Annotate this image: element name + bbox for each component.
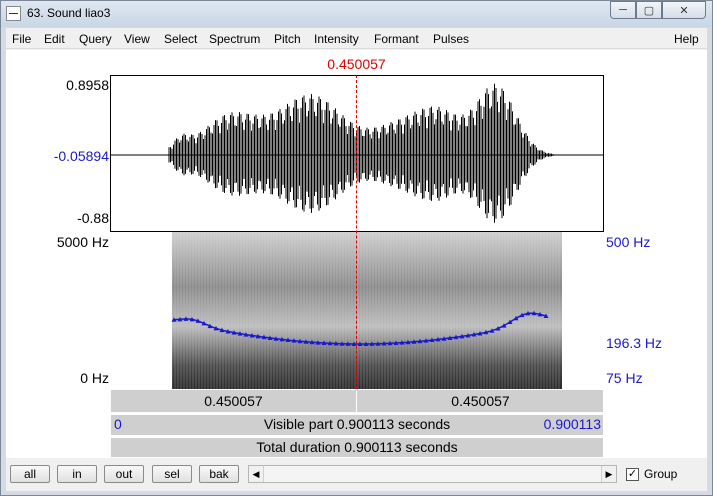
pitch-value-label: 196.3 Hz [606,335,663,351]
bottom-toolbar: all in out sel bak ◀ ▶ ✓ Group [6,460,707,491]
maximize-button[interactable]: ▢ [636,1,662,19]
all-button[interactable]: all [10,465,50,483]
selection-bar[interactable]: 0.450057 0.450057 [110,389,604,413]
window-title: 63. Sound liao3 [27,6,111,20]
selection-left-segment[interactable]: 0.450057 [111,390,357,412]
total-duration-bar[interactable]: Total duration 0.900113 seconds [110,437,604,458]
menu-view[interactable]: View [124,32,150,46]
cursor-time-label: 0.450057 [327,56,386,72]
menu-formant[interactable]: Formant [374,32,419,46]
pitch-bottom-label: 75 Hz [606,370,643,386]
menu-help[interactable]: Help [674,32,699,46]
scroll-left-arrow-icon[interactable]: ◀ [249,466,264,482]
title-bar[interactable]: 63. Sound liao3 ─ ▢ ✕ [1,1,712,27]
visible-part-text: Visible part 0.900113 seconds [263,416,451,432]
menu-edit[interactable]: Edit [44,32,65,46]
menu-file[interactable]: File [12,32,31,46]
menu-spectrum[interactable]: Spectrum [209,32,260,46]
close-button[interactable]: ✕ [662,1,706,19]
waveform-signal [168,83,560,223]
app-icon [6,6,21,21]
waveform-max-label: 0.8958 [66,77,109,93]
waveform-plot [111,83,603,223]
group-toggle[interactable]: ✓ Group [626,467,677,481]
selection-left-value: 0.450057 [204,393,263,409]
total-duration-text: Total duration 0.900113 seconds [256,439,458,455]
zoom-in-button[interactable]: in [57,465,97,483]
zoom-out-button[interactable]: out [104,465,144,483]
menu-pitch[interactable]: Pitch [274,32,301,46]
sound-editor-area[interactable]: 0.450057 0.8958 -0.05894 -0.88 5000 Hz 0… [6,50,707,458]
selection-right-value: 0.450057 [451,393,510,409]
window-controls: ─ ▢ ✕ [610,1,706,20]
spectrogram-panel[interactable] [110,232,604,389]
waveform-cursor-value-label: -0.05894 [53,148,109,164]
scroll-right-arrow-icon[interactable]: ▶ [601,466,616,482]
cursor-line [356,75,357,389]
horizontal-scrollbar[interactable]: ◀ ▶ [248,465,617,483]
menu-pulses[interactable]: Pulses [433,32,469,46]
spectrogram-top-freq-label: 5000 Hz [56,234,109,250]
waveform-panel[interactable] [110,75,604,232]
spectrogram-plot [171,232,562,389]
selection-right-segment[interactable]: 0.450057 [358,390,603,412]
zoom-back-button[interactable]: bak [199,465,239,483]
client-area: File Edit Query View Select Spectrum Pit… [6,28,707,491]
visible-end-value: 0.900113 [543,416,601,432]
menu-intensity[interactable]: Intensity [314,32,359,46]
waveform-min-label: -0.88 [77,210,109,226]
group-checkbox[interactable]: ✓ [626,467,639,481]
menu-select[interactable]: Select [164,32,197,46]
menu-query[interactable]: Query [79,32,112,46]
menu-bar: File Edit Query View Select Spectrum Pit… [6,28,707,49]
zoom-selection-button[interactable]: sel [152,465,192,483]
group-label: Group [644,467,678,481]
pitch-top-label: 500 Hz [606,234,651,250]
minimize-button[interactable]: ─ [610,1,636,19]
visible-part-bar[interactable]: 0 Visible part 0.900113 seconds 0.900113 [110,414,604,436]
praat-sound-window: 63. Sound liao3 ─ ▢ ✕ File Edit Query Vi… [0,0,713,496]
spectrogram-bottom-freq-label: 0 Hz [80,370,109,386]
